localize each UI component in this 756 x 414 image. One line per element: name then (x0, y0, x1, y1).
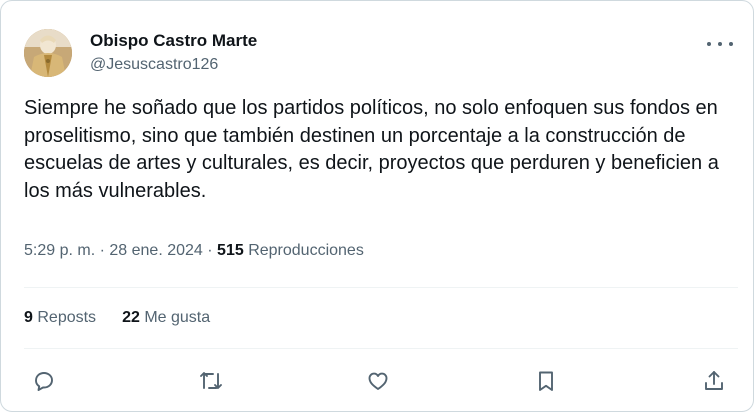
author-handle[interactable]: @Jesuscastro126 (90, 54, 257, 76)
tweet-meta: 5:29 p. m. · 28 ene. 2024 · 515 Reproduc… (24, 240, 364, 262)
avatar[interactable] (24, 29, 72, 77)
tweet-header: Obispo Castro Marte @Jesuscastro126 (24, 29, 257, 77)
views-label: Reproducciones (248, 242, 364, 259)
action-bar (1, 367, 753, 395)
bookmark-icon[interactable] (532, 367, 560, 395)
author-names: Obispo Castro Marte @Jesuscastro126 (90, 30, 257, 76)
reposts-stat[interactable]: 9 Reposts (24, 307, 96, 329)
meta-separator: · (207, 242, 213, 259)
tweet-time[interactable]: 5:29 p. m. (24, 242, 95, 259)
heart-icon[interactable] (364, 367, 392, 395)
reply-icon[interactable] (30, 367, 58, 395)
meta-separator: · (99, 242, 105, 259)
repost-icon[interactable] (197, 367, 225, 395)
divider (24, 348, 738, 349)
tweet-date[interactable]: 28 ene. 2024 (109, 242, 202, 259)
tweet-stats: 9 Reposts 22 Me gusta (24, 307, 210, 329)
views-count: 515 (217, 242, 244, 259)
divider (24, 287, 738, 288)
tweet-card: Obispo Castro Marte @Jesuscastro126 Siem… (0, 0, 754, 412)
tweet-text: Siempre he soñado que los partidos polít… (24, 97, 719, 202)
author-display-name[interactable]: Obispo Castro Marte (90, 30, 257, 52)
more-icon[interactable] (707, 35, 733, 53)
likes-stat[interactable]: 22 Me gusta (122, 307, 210, 329)
share-icon[interactable] (700, 367, 728, 395)
